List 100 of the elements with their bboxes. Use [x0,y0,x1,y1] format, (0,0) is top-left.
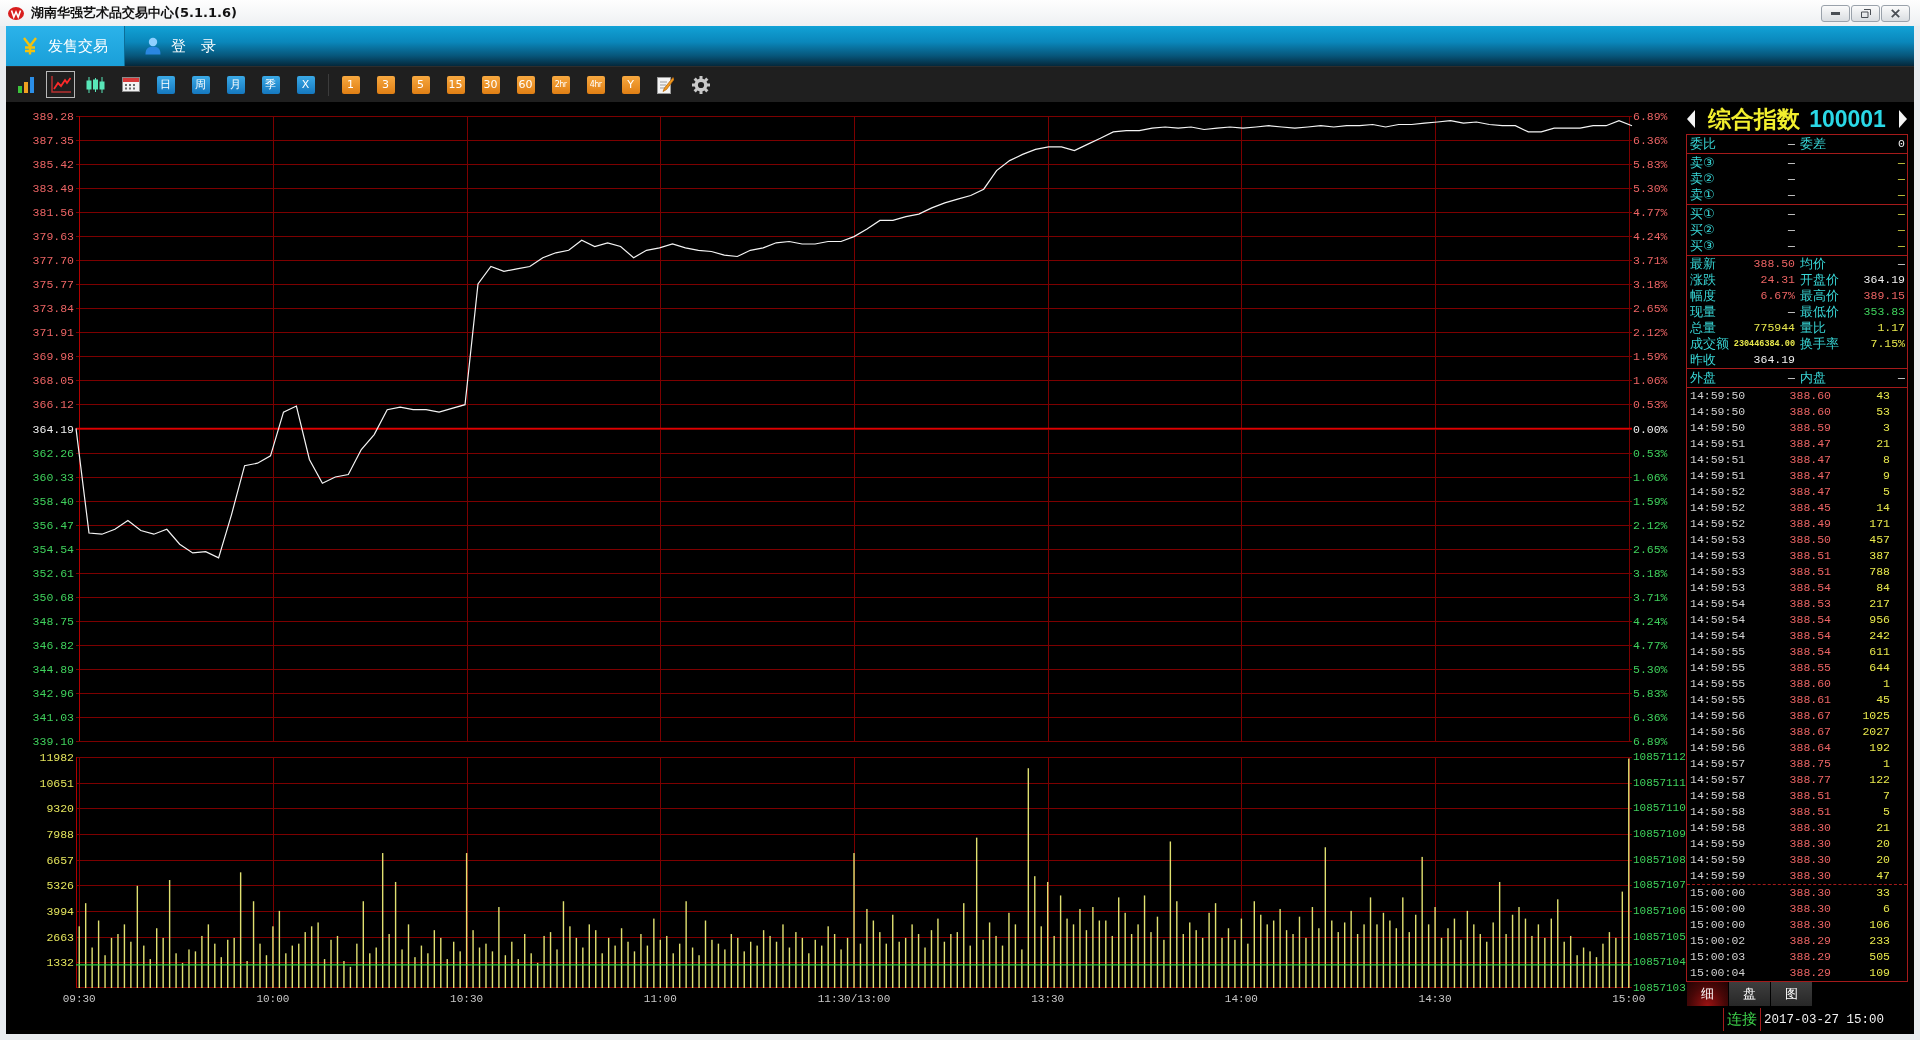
tick-volume: 21 [1876,820,1890,836]
yen-icon [22,37,38,55]
tick-time: 14:59:52 [1690,516,1746,532]
volume-bar [1537,924,1540,988]
price-axis-label: 362.26 [32,447,74,459]
maximize-button[interactable] [1851,4,1880,22]
volume-bar [536,962,539,988]
period-button[interactable]: X [296,75,315,94]
tick-time: 14:59:55 [1690,676,1746,692]
percent-axis-label: 4.77% [1633,639,1668,651]
order-volume: — [1898,171,1905,187]
volume-bar [1356,934,1359,988]
close-button[interactable] [1881,4,1910,22]
period-button[interactable]: 日 [156,75,175,94]
percent-axis-label: 0.00% [1633,423,1668,434]
volume-bar [633,951,636,988]
tick-time: 14:59:50 [1690,404,1746,420]
tick-time: 14:59:50 [1690,388,1746,404]
interval-button[interactable]: 2hr [551,75,570,94]
volume-bar [504,955,507,988]
tick-time: 15:00:00 [1690,885,1746,901]
tick-time: 14:59:52 [1690,500,1746,516]
interval-button[interactable]: 5 [411,75,430,94]
price-axis-label: 356.47 [32,519,74,531]
price-axis-label: 364.19 [32,423,74,434]
order-level-label: 卖① [1690,187,1715,203]
price-axis-label: 368.05 [32,374,74,386]
period-button[interactable]: 周 [191,75,210,94]
tick-volume: 20 [1876,836,1890,852]
tick-time: 14:59:53 [1690,580,1746,596]
period-button[interactable]: 月 [226,75,245,94]
volume-bar [833,934,836,988]
volume-bar [1227,928,1230,988]
quote-value: 353.83 [1863,304,1905,320]
percent-axis-label: 1.06% [1633,471,1668,483]
volume-bar [646,945,649,988]
tick-volume: 109 [1869,965,1890,981]
tick-price: 388.54 [1789,612,1831,628]
interval-button[interactable]: 60 [516,75,535,94]
tick-time: 14:59:59 [1690,868,1746,884]
percent-axis-label: 6.36% [1633,134,1668,146]
quote-value: — [1788,304,1795,320]
panel-tab[interactable]: 盘 [1729,982,1770,1006]
connection-status: 连接 [1723,1008,1760,1031]
tick-time: 14:59:58 [1690,788,1746,804]
volume-bar [1014,924,1017,988]
quote-value: 0 [1898,136,1905,152]
order-level-label: 买③ [1690,238,1715,254]
right-triangle-icon[interactable] [1899,110,1907,128]
tick-price: 388.51 [1789,788,1831,804]
interval-button[interactable]: 3 [376,75,395,94]
volume-right-axis-label: 10857109 [1633,828,1686,840]
price-axis-label: 387.35 [32,134,74,146]
interval-button[interactable]: 15 [446,75,465,94]
interval-button[interactable]: Y [621,75,640,94]
order-level-label: 买① [1690,206,1715,222]
nav-tab[interactable]: 登 录 [125,26,237,66]
volume-right-axis-label: 10857107 [1633,879,1686,891]
price-axis-label: 379.63 [32,230,74,242]
tick-price: 388.60 [1789,404,1831,420]
tick-volume: 611 [1869,644,1890,660]
chart-type-button[interactable] [46,71,75,98]
volume-axis-label: 1332 [46,956,74,968]
volume-bar [97,920,100,988]
quote-label: 最高价 [1800,288,1839,304]
tick-price: 388.67 [1789,708,1831,724]
interval-button[interactable]: 1 [341,75,360,94]
interval-button[interactable]: 30 [481,75,500,94]
tick-price: 388.60 [1789,388,1831,404]
order-volume: — [1898,155,1905,171]
notes-button[interactable] [656,75,675,94]
quote-label: 开盘价 [1800,272,1839,288]
tick-price: 388.61 [1789,692,1831,708]
panel-tab[interactable]: 细 [1687,982,1728,1006]
price-axis-label: 366.12 [32,398,74,410]
settings-button[interactable] [691,75,710,94]
volume-axis-label: 9320 [46,802,74,814]
interval-button[interactable]: 4hr [586,75,605,94]
tick-price: 388.55 [1789,660,1831,676]
nav-tab[interactable]: 发售交易 [6,26,125,66]
tick-time: 14:59:55 [1690,692,1746,708]
minimize-button[interactable] [1821,4,1850,22]
percent-axis-label: 4.77% [1633,206,1668,218]
tick-price: 388.30 [1789,852,1831,868]
time-axis-label: 13:30 [1031,993,1065,1005]
price-axis-label: 375.77 [32,278,74,290]
tick-volume: 5 [1883,804,1890,820]
volume-bar [801,937,804,988]
tick-time: 14:59:56 [1690,708,1746,724]
panel-tab[interactable]: 图 [1771,982,1812,1006]
candlestick-icon [86,76,105,93]
period-button[interactable]: 季 [261,75,280,94]
bar-chart-icon [17,76,34,93]
left-triangle-icon[interactable] [1687,110,1695,128]
tick-volume: 53 [1876,404,1890,420]
volume-bar [930,930,933,988]
volume-bar [1453,918,1456,988]
quote-label: 量比 [1800,320,1826,336]
price-axis-label: 352.61 [32,567,74,579]
quote-value: 388.50 [1753,256,1795,272]
